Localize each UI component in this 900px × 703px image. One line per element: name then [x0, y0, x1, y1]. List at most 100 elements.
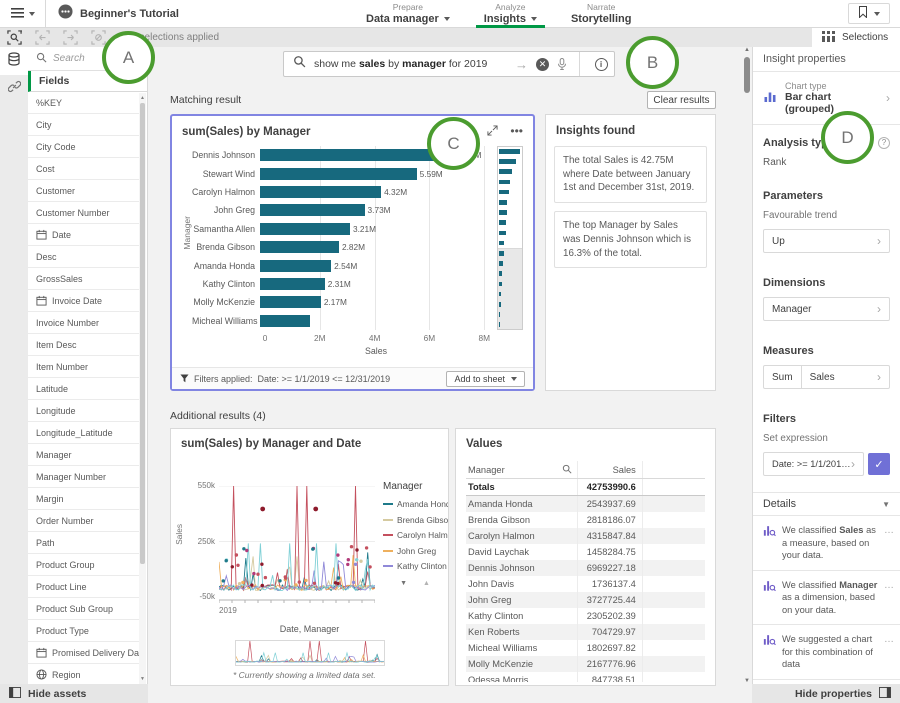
scroll-down-icon[interactable]: ▼ [400, 580, 407, 587]
scroll-up-icon[interactable]: ▲ [139, 94, 146, 102]
insight-narrative-item[interactable]: The total Sales is 42.75M where Date bet… [554, 146, 707, 203]
fields-scrollbar[interactable]: ▲ ▼ [139, 93, 146, 684]
manager-cell[interactable]: Amanda Honda [466, 496, 578, 512]
matching-result-chart-card[interactable]: sum(Sales) by Manager ••• Manager Dennis… [170, 114, 535, 391]
more-options-icon[interactable]: … [884, 579, 894, 593]
field-item-item-number[interactable]: Item Number [28, 356, 140, 378]
expand-icon[interactable] [487, 123, 498, 141]
add-to-sheet-button[interactable]: Add to sheet [446, 371, 525, 387]
more-options-icon[interactable]: ••• [510, 128, 523, 135]
table-row[interactable]: David Laychak1458284.75 [466, 544, 705, 560]
field-item-margin[interactable]: Margin [28, 488, 140, 510]
field-item-product-type[interactable]: Product Type [28, 620, 140, 642]
field-item-product-line[interactable]: Product Line [28, 576, 140, 598]
field-item-invoice-date[interactable]: Invoice Date [28, 290, 140, 312]
field-item-manager-number[interactable]: Manager Number [28, 466, 140, 488]
field-item-desc[interactable]: Desc [28, 246, 140, 268]
fields-rail-button[interactable] [0, 47, 28, 75]
apply-filter-button[interactable]: ✓ [868, 453, 890, 475]
field-item-customer-number[interactable]: Customer Number [28, 202, 140, 224]
field-item-longitude-latitude[interactable]: Longitude_Latitude [28, 422, 140, 444]
manager-cell[interactable]: David Laychak [466, 544, 578, 560]
help-icon[interactable]: ? [878, 137, 890, 149]
field-item-invoice-number[interactable]: Invoice Number [28, 312, 140, 334]
line-chart-mini-navigator[interactable] [235, 640, 385, 666]
bar[interactable] [260, 315, 310, 327]
master-items-rail-button[interactable] [0, 75, 28, 103]
info-button[interactable]: i [588, 52, 614, 76]
bar-row[interactable]: Kathy Clinton2.31M [192, 275, 487, 293]
field-item-customer[interactable]: Customer [28, 180, 140, 202]
scroll-down-icon[interactable]: ▼ [743, 678, 751, 684]
more-options-icon[interactable]: … [884, 633, 894, 647]
bar-row[interactable]: John Greg3.73M [192, 201, 487, 219]
table-row[interactable]: Ken Roberts704729.97 [466, 624, 705, 640]
nav-tab-data-manager[interactable]: PrepareData manager [362, 0, 454, 28]
field-item-item-desc[interactable]: Item Desc [28, 334, 140, 356]
legend-item[interactable]: Brenda Gibson [383, 515, 447, 525]
bar-row[interactable]: Samantha Allen3.21M [192, 220, 487, 238]
main-scrollbar[interactable]: ▲ ▼ [743, 47, 751, 684]
scrollbar-thumb[interactable] [744, 57, 750, 93]
step-back-button[interactable] [28, 28, 56, 47]
table-row[interactable]: Odessa Morris847738.51 [466, 672, 705, 682]
clear-results-button[interactable]: Clear results [647, 91, 716, 109]
search-icon[interactable] [562, 464, 572, 476]
dimension-select[interactable]: Manager › [763, 297, 890, 321]
table-row[interactable]: Brenda Gibson2818186.07 [466, 512, 705, 528]
scroll-down-icon[interactable]: ▼ [139, 675, 146, 683]
field-item-city[interactable]: City [28, 114, 140, 136]
bar-row[interactable]: Micheal Williams [192, 312, 487, 330]
hide-properties-button[interactable]: Hide properties [752, 684, 900, 703]
search-input[interactable]: show me sales by manager for 2019 [314, 58, 507, 70]
table-row[interactable]: Micheal Williams1802697.82 [466, 640, 705, 656]
step-forward-button[interactable] [56, 28, 84, 47]
manager-cell[interactable]: Odessa Morris [466, 672, 578, 682]
values-table-card[interactable]: Values Manager Sales Totals 42753990.6 A… [455, 428, 716, 686]
manager-cell[interactable]: Brenda Gibson [466, 512, 578, 528]
clear-query-button[interactable]: ✕ [536, 58, 549, 71]
manager-cell[interactable]: John Davis [466, 576, 578, 592]
insight-narrative-item[interactable]: The top Manager by Sales was Dennis John… [554, 211, 707, 268]
manager-cell[interactable]: Ken Roberts [466, 624, 578, 640]
manager-cell[interactable]: Carolyn Halmon [466, 528, 578, 544]
field-item-promised-delivery-date[interactable]: Promised Delivery Date [28, 642, 140, 664]
bar-row[interactable]: Amanda Honda2.54M [192, 256, 487, 274]
table-row[interactable]: John Greg3727725.44 [466, 592, 705, 608]
legend-item[interactable]: John Greg [383, 546, 447, 556]
manager-cell[interactable]: Micheal Williams [466, 640, 578, 656]
manager-column-header[interactable]: Manager [466, 461, 578, 478]
bar[interactable] [260, 278, 325, 290]
field-item-product-sub-group[interactable]: Product Sub Group [28, 598, 140, 620]
global-menu-button[interactable] [0, 0, 46, 27]
sales-column-header[interactable]: Sales [578, 461, 643, 478]
line-chart-card[interactable]: sum(Sales) by Manager and Date Sales 550… [170, 428, 449, 686]
bar[interactable] [260, 296, 321, 308]
selections-panel-toggle[interactable]: Selections [812, 28, 900, 47]
legend-item[interactable]: Kathy Clinton [383, 561, 447, 571]
bar-row[interactable]: Carolyn Halmon4.32M [192, 183, 487, 201]
chart-mini-navigator[interactable] [497, 146, 523, 330]
legend-item[interactable]: Amanda Honda [383, 499, 447, 509]
field-item-longitude[interactable]: Longitude [28, 400, 140, 422]
bar[interactable] [260, 223, 350, 235]
more-options-icon[interactable]: … [884, 524, 894, 538]
details-header[interactable]: Details ▼ [753, 492, 900, 516]
field-item-latitude[interactable]: Latitude [28, 378, 140, 400]
smart-search-button[interactable] [0, 28, 28, 47]
field-item-city-code[interactable]: City Code [28, 136, 140, 158]
table-row[interactable]: Carolyn Halmon4315847.84 [466, 528, 705, 544]
table-row[interactable]: Amanda Honda2543937.69 [466, 496, 705, 512]
submit-arrow-icon[interactable]: → [515, 58, 528, 71]
bar[interactable] [260, 241, 339, 253]
hide-assets-button[interactable]: Hide assets [0, 684, 148, 703]
field-item-grosssales[interactable]: GrossSales [28, 268, 140, 290]
bar[interactable] [260, 186, 381, 198]
field-item-cost[interactable]: Cost [28, 158, 140, 180]
manager-cell[interactable]: Molly McKenzie [466, 656, 578, 672]
nav-tab-storytelling[interactable]: NarrateStorytelling [567, 0, 636, 28]
scrollbar-thumb[interactable] [140, 103, 145, 564]
favourable-trend-select[interactable]: Up › [763, 229, 890, 253]
table-row[interactable]: John Davis1736137.4 [466, 576, 705, 592]
scroll-up-icon[interactable]: ▲ [423, 580, 430, 587]
